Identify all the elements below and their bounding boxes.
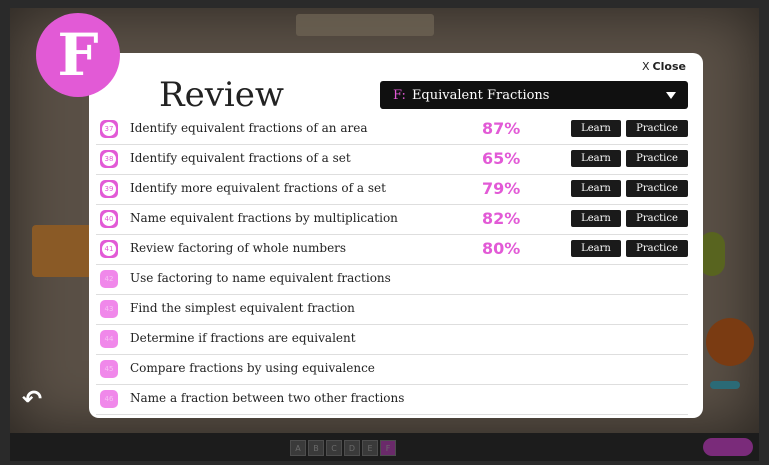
letter-tab[interactable]: C [326, 440, 342, 456]
lesson-number-badge: 38 [100, 150, 118, 168]
dropdown-prefix: F: [393, 87, 406, 103]
letter-nav: ABCDEF [290, 440, 396, 456]
letter-tab[interactable]: A [290, 440, 306, 456]
lesson-number-badge: 41 [100, 240, 118, 258]
lesson-score: 80% [482, 239, 521, 258]
lesson-label: Name equivalent fractions by multiplicat… [130, 211, 398, 225]
lesson-label: Determine if fractions are equivalent [130, 331, 356, 345]
lesson-number: 42 [104, 275, 114, 283]
close-label: Close [652, 60, 686, 73]
letter-tab[interactable]: F [380, 440, 396, 456]
lesson-number: 46 [104, 395, 114, 403]
lesson-label: Find the simplest equivalent fraction [130, 301, 355, 315]
lesson-label: Identify more equivalent fractions of a … [130, 181, 386, 195]
lesson-row: 40 Name equivalent fractions by multiplic… [96, 204, 688, 235]
lesson-number: 40 [102, 212, 116, 226]
lesson-label: Compare fractions by using equivalence [130, 361, 375, 375]
learn-button[interactable]: Learn [571, 150, 621, 167]
unit-dropdown[interactable]: F: Equivalent Fractions [380, 81, 688, 109]
lesson-row: 44 Determine if fractions are equivalent [96, 324, 688, 355]
lesson-label: Identify equivalent fractions of an area [130, 121, 368, 135]
background-brown-shape [706, 318, 754, 366]
lesson-number: 37 [102, 122, 116, 136]
practice-button[interactable]: Practice [626, 210, 688, 227]
lesson-row: 42 Use factoring to name equivalent fract… [96, 264, 688, 295]
lesson-label: Use factoring to name equivalent fractio… [130, 271, 391, 285]
lesson-row: 37 Identify equivalent fractions of an ar… [96, 114, 688, 145]
lesson-number: 44 [104, 335, 114, 343]
letter-tab[interactable]: B [308, 440, 324, 456]
back-arrow-icon[interactable]: ↶ [22, 387, 42, 411]
lesson-label: Name a fraction between two other fracti… [130, 391, 405, 405]
go-on-button[interactable] [703, 438, 753, 456]
bottom-bar: ABCDEF [10, 433, 759, 461]
lesson-label: Review factoring of whole numbers [130, 241, 347, 255]
practice-button[interactable]: Practice [626, 180, 688, 197]
unit-badge: F [36, 13, 120, 97]
letter-tab[interactable]: D [344, 440, 360, 456]
practice-button[interactable]: Practice [626, 150, 688, 167]
practice-button[interactable]: Practice [626, 240, 688, 257]
lesson-score: 87% [482, 119, 521, 138]
background-top-bar [296, 14, 434, 36]
lesson-number: 43 [104, 305, 114, 313]
lesson-label: Identify equivalent fractions of a set [130, 151, 351, 165]
lesson-number-badge: 44 [100, 330, 118, 348]
lesson-number-badge: 40 [100, 210, 118, 228]
practice-button[interactable]: Practice [626, 120, 688, 137]
lesson-row: 38 Identify equivalent fractions of a set… [96, 144, 688, 175]
lesson-row: 45 Compare fractions by using equivalence [96, 354, 688, 385]
dropdown-selected-value: Equivalent Fractions [411, 87, 550, 103]
learn-button[interactable]: Learn [571, 240, 621, 257]
lesson-number-badge: 46 [100, 390, 118, 408]
page-title: Review [159, 75, 285, 115]
lesson-row: 43 Find the simplest equivalent fraction [96, 294, 688, 325]
lesson-score: 79% [482, 179, 521, 198]
lesson-number-badge: 42 [100, 270, 118, 288]
learn-button[interactable]: Learn [571, 120, 621, 137]
lesson-row: 41 Review factoring of whole numbers 80% Le… [96, 234, 688, 265]
lesson-number: 41 [102, 242, 116, 256]
letter-tab[interactable]: E [362, 440, 378, 456]
lesson-number-badge: 39 [100, 180, 118, 198]
chevron-down-icon [666, 92, 676, 99]
lesson-number: 45 [104, 365, 114, 373]
lesson-score: 82% [482, 209, 521, 228]
close-icon: X [642, 60, 650, 73]
lesson-row: 39 Identify more equivalent fractions of … [96, 174, 688, 205]
lesson-row: 46 Name a fraction between two other frac… [96, 384, 688, 415]
lesson-score: 65% [482, 149, 521, 168]
learn-button[interactable]: Learn [571, 180, 621, 197]
lesson-number-badge: 37 [100, 120, 118, 138]
lesson-number-badge: 45 [100, 360, 118, 378]
lesson-number: 39 [102, 182, 116, 196]
lesson-number: 38 [102, 152, 116, 166]
lesson-number-badge: 43 [100, 300, 118, 318]
close-button[interactable]: X Close [642, 60, 686, 73]
background-teal-shape [710, 381, 740, 389]
learn-button[interactable]: Learn [571, 210, 621, 227]
